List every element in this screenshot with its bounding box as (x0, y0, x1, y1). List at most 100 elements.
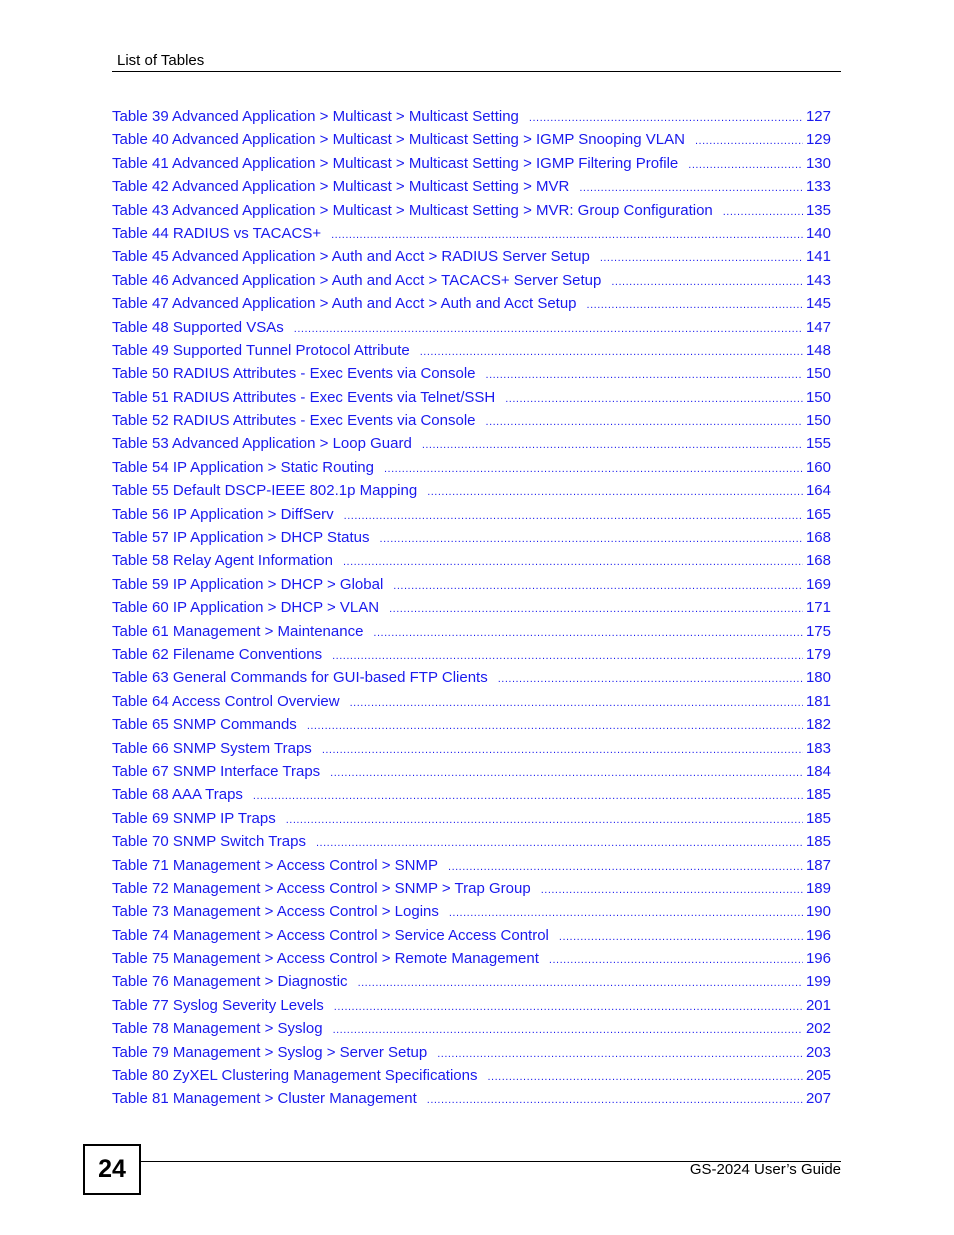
toc-entry-title[interactable]: Table 54 IP Application > Static Routing (112, 456, 384, 479)
toc-entry-title[interactable]: Table 60 IP Application > DHCP > VLAN (112, 596, 389, 619)
toc-entry-page[interactable]: 148 (803, 339, 831, 362)
toc-entry-title[interactable]: Table 67 SNMP Interface Traps (112, 760, 330, 783)
toc-entry-page[interactable]: 182 (803, 713, 831, 736)
toc-entry-title[interactable]: Table 56 IP Application > DiffServ (112, 503, 344, 526)
toc-entry[interactable]: Table 56 IP Application > DiffServ 165 (112, 503, 831, 526)
toc-entry[interactable]: Table 80 ZyXEL Clustering Management Spe… (112, 1064, 831, 1087)
toc-entry[interactable]: Table 43 Advanced Application > Multicas… (112, 199, 831, 222)
toc-entry[interactable]: Table 39 Advanced Application > Multicas… (112, 105, 831, 128)
toc-entry[interactable]: Table 44 RADIUS vs TACACS+ 140 (112, 222, 831, 245)
toc-entry[interactable]: Table 79 Management > Syslog > Server Se… (112, 1041, 831, 1064)
toc-entry-title[interactable]: Table 73 Management > Access Control > L… (112, 900, 449, 923)
toc-entry[interactable]: Table 81 Management > Cluster Management… (112, 1087, 831, 1110)
toc-entry-title[interactable]: Table 76 Management > Diagnostic (112, 970, 358, 993)
toc-entry-page[interactable]: 205 (803, 1064, 831, 1087)
toc-entry-title[interactable]: Table 44 RADIUS vs TACACS+ (112, 222, 331, 245)
toc-entry-page[interactable]: 133 (803, 175, 831, 198)
toc-entry-title[interactable]: Table 81 Management > Cluster Management (112, 1087, 427, 1110)
toc-entry[interactable]: Table 73 Management > Access Control > L… (112, 900, 831, 923)
toc-entry-title[interactable]: Table 52 RADIUS Attributes - Exec Events… (112, 409, 486, 432)
toc-entry-page[interactable]: 181 (803, 690, 831, 713)
toc-entry[interactable]: Table 41 Advanced Application > Multicas… (112, 152, 831, 175)
toc-entry-page[interactable]: 143 (803, 269, 831, 292)
toc-entry-title[interactable]: Table 77 Syslog Severity Levels (112, 994, 334, 1017)
toc-entry-page[interactable]: 155 (803, 432, 831, 455)
toc-entry-page[interactable]: 185 (803, 783, 831, 806)
toc-entry-title[interactable]: Table 75 Management > Access Control > R… (112, 947, 549, 970)
toc-entry-title[interactable]: Table 57 IP Application > DHCP Status (112, 526, 380, 549)
toc-entry-title[interactable]: Table 59 IP Application > DHCP > Global (112, 573, 393, 596)
toc-entry-title[interactable]: Table 47 Advanced Application > Auth and… (112, 292, 587, 315)
toc-entry-page[interactable]: 189 (803, 877, 831, 900)
toc-entry-page[interactable]: 150 (803, 362, 831, 385)
toc-entry-title[interactable]: Table 49 Supported Tunnel Protocol Attri… (112, 339, 420, 362)
toc-entry-title[interactable]: Table 46 Advanced Application > Auth and… (112, 269, 611, 292)
toc-entry-title[interactable]: Table 68 AAA Traps (112, 783, 253, 806)
toc-entry[interactable]: Table 62 Filename Conventions 179 (112, 643, 831, 666)
toc-entry-title[interactable]: Table 63 General Commands for GUI-based … (112, 666, 498, 689)
toc-entry[interactable]: Table 48 Supported VSAs 147 (112, 316, 831, 339)
toc-entry[interactable]: Table 47 Advanced Application > Auth and… (112, 292, 831, 315)
toc-entry[interactable]: Table 63 General Commands for GUI-based … (112, 666, 831, 689)
toc-entry-page[interactable]: 207 (803, 1087, 831, 1110)
toc-entry[interactable]: Table 58 Relay Agent Information 168 (112, 549, 831, 572)
toc-entry-page[interactable]: 130 (803, 152, 831, 175)
toc-entry-title[interactable]: Table 80 ZyXEL Clustering Management Spe… (112, 1064, 487, 1087)
toc-entry-page[interactable]: 185 (803, 830, 831, 853)
toc-entry[interactable]: Table 46 Advanced Application > Auth and… (112, 269, 831, 292)
toc-entry-title[interactable]: Table 71 Management > Access Control > S… (112, 854, 448, 877)
toc-entry-title[interactable]: Table 72 Management > Access Control > S… (112, 877, 541, 900)
toc-entry-page[interactable]: 196 (803, 947, 831, 970)
toc-entry[interactable]: Table 45 Advanced Application > Auth and… (112, 245, 831, 268)
toc-entry-title[interactable]: Table 55 Default DSCP-IEEE 802.1p Mappin… (112, 479, 427, 502)
toc-entry-page[interactable]: 202 (803, 1017, 831, 1040)
toc-entry-title[interactable]: Table 42 Advanced Application > Multicas… (112, 175, 579, 198)
toc-entry[interactable]: Table 49 Supported Tunnel Protocol Attri… (112, 339, 831, 362)
toc-entry-page[interactable]: 179 (803, 643, 831, 666)
toc-entry[interactable]: Table 50 RADIUS Attributes - Exec Events… (112, 362, 831, 385)
toc-entry[interactable]: Table 65 SNMP Commands 182 (112, 713, 831, 736)
toc-entry-title[interactable]: Table 50 RADIUS Attributes - Exec Events… (112, 362, 486, 385)
toc-entry-title[interactable]: Table 69 SNMP IP Traps (112, 807, 286, 830)
toc-entry-page[interactable]: 169 (803, 573, 831, 596)
toc-entry-page[interactable]: 171 (803, 596, 831, 619)
toc-entry-title[interactable]: Table 66 SNMP System Traps (112, 737, 322, 760)
toc-entry-title[interactable]: Table 70 SNMP Switch Traps (112, 830, 316, 853)
toc-entry[interactable]: Table 60 IP Application > DHCP > VLAN 171 (112, 596, 831, 619)
toc-entry[interactable]: Table 69 SNMP IP Traps 185 (112, 807, 831, 830)
toc-entry[interactable]: Table 78 Management > Syslog 202 (112, 1017, 831, 1040)
toc-entry[interactable]: Table 71 Management > Access Control > S… (112, 854, 831, 877)
toc-entry-page[interactable]: 196 (803, 924, 831, 947)
toc-entry-page[interactable]: 190 (803, 900, 831, 923)
toc-entry[interactable]: Table 75 Management > Access Control > R… (112, 947, 831, 970)
toc-entry-title[interactable]: Table 48 Supported VSAs (112, 316, 294, 339)
toc-entry-title[interactable]: Table 51 RADIUS Attributes - Exec Events… (112, 386, 505, 409)
toc-entry-page[interactable]: 127 (803, 105, 831, 128)
toc-entry-page[interactable]: 164 (803, 479, 831, 502)
toc-entry[interactable]: Table 66 SNMP System Traps 183 (112, 737, 831, 760)
toc-entry-title[interactable]: Table 78 Management > Syslog (112, 1017, 333, 1040)
toc-entry-page[interactable]: 168 (803, 526, 831, 549)
toc-entry-title[interactable]: Table 45 Advanced Application > Auth and… (112, 245, 600, 268)
toc-entry-page[interactable]: 199 (803, 970, 831, 993)
toc-entry-page[interactable]: 180 (803, 666, 831, 689)
toc-entry-page[interactable]: 184 (803, 760, 831, 783)
toc-entry[interactable]: Table 76 Management > Diagnostic 199 (112, 970, 831, 993)
toc-entry-page[interactable]: 147 (803, 316, 831, 339)
toc-entry-page[interactable]: 160 (803, 456, 831, 479)
toc-entry[interactable]: Table 64 Access Control Overview 181 (112, 690, 831, 713)
toc-entry[interactable]: Table 42 Advanced Application > Multicas… (112, 175, 831, 198)
toc-entry-page[interactable]: 201 (803, 994, 831, 1017)
toc-entry-title[interactable]: Table 41 Advanced Application > Multicas… (112, 152, 688, 175)
toc-entry[interactable]: Table 52 RADIUS Attributes - Exec Events… (112, 409, 831, 432)
toc-entry-page[interactable]: 150 (803, 409, 831, 432)
toc-entry-title[interactable]: Table 40 Advanced Application > Multicas… (112, 128, 695, 151)
toc-entry-title[interactable]: Table 65 SNMP Commands (112, 713, 307, 736)
toc-entry-page[interactable]: 145 (803, 292, 831, 315)
toc-entry-title[interactable]: Table 61 Management > Maintenance (112, 620, 373, 643)
toc-entry[interactable]: Table 59 IP Application > DHCP > Global 1… (112, 573, 831, 596)
toc-entry-page[interactable]: 187 (803, 854, 831, 877)
toc-entry[interactable]: Table 72 Management > Access Control > S… (112, 877, 831, 900)
toc-entry-title[interactable]: Table 43 Advanced Application > Multicas… (112, 199, 723, 222)
toc-entry-title[interactable]: Table 79 Management > Syslog > Server Se… (112, 1041, 437, 1064)
